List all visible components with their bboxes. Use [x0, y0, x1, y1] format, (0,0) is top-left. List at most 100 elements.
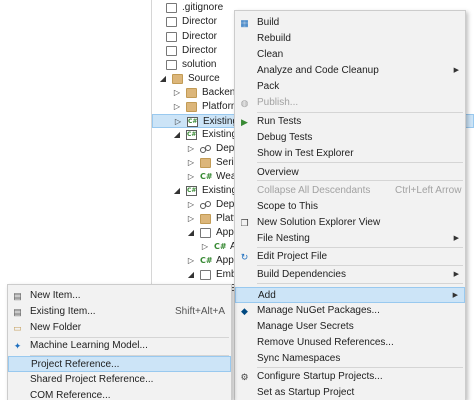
menu-item-manage-nuget-packages[interactable]: ◆ Manage NuGet Packages... — [235, 303, 465, 319]
new-view-icon: ❐ — [240, 218, 249, 228]
menu-item-sync-namespaces[interactable]: Sync Namespaces — [235, 351, 465, 367]
menu-item-analyze-and-code-cleanup[interactable]: Analyze and Code Cleanup ▶ — [235, 63, 465, 79]
collapse-arrow-icon[interactable]: ◢ — [172, 128, 182, 142]
menu-separator — [257, 367, 463, 368]
menu-item-set-as-startup-project[interactable]: Set as Startup Project — [235, 385, 465, 400]
file-icon — [166, 32, 177, 42]
new-item-icon: ▤ — [13, 291, 22, 301]
csharp-project-icon: C# — [186, 186, 197, 196]
menu-item-label: Shared Project Reference... — [30, 374, 154, 385]
folder-icon — [186, 88, 197, 98]
menu-item-label: Edit Project File — [257, 251, 328, 262]
menu-separator — [257, 283, 463, 284]
menu-item-configure-startup-projects[interactable]: ⚙ Configure Startup Projects... — [235, 369, 465, 385]
ml-model-icon: ✦ — [13, 341, 22, 351]
tree-item-label: .gitignore — [182, 2, 224, 13]
collapse-arrow-icon[interactable]: ◢ — [186, 268, 196, 282]
menu-item-new-solution-explorer-view[interactable]: ❐ New Solution Explorer View — [235, 215, 465, 231]
menu-item-machine-learning-model[interactable]: ✦ Machine Learning Model... — [8, 338, 231, 354]
folder-icon — [172, 74, 183, 84]
file-icon — [200, 270, 211, 280]
menu-item-label: Collapse All Descendants — [257, 185, 371, 196]
menu-item-remove-unused-references[interactable]: Remove Unused References... — [235, 335, 465, 351]
menu-item-com-reference[interactable]: COM Reference... — [8, 388, 231, 400]
file-icon — [200, 228, 211, 238]
expand-arrow-icon[interactable]: ▷ — [186, 142, 196, 156]
menu-separator — [257, 112, 463, 113]
menu-item-build[interactable]: ▦ Build — [235, 15, 465, 31]
folder-icon — [200, 158, 211, 168]
submenu-arrow-icon: ▶ — [453, 235, 459, 242]
csharp-project-icon: C# — [187, 117, 198, 127]
menu-item-add[interactable]: Add ▶ — [235, 287, 465, 303]
menu-item-label: Set as Startup Project — [257, 387, 355, 398]
collapse-arrow-icon[interactable]: ◢ — [172, 184, 182, 198]
tree-item-label: Platf — [216, 213, 237, 224]
menu-item-show-in-test-explorer[interactable]: Show in Test Explorer — [235, 146, 465, 162]
new-folder-icon: ▭ — [13, 323, 22, 333]
expand-arrow-icon[interactable]: ▷ — [186, 198, 196, 212]
menu-item-label: Debug Tests — [257, 132, 313, 143]
file-icon — [166, 60, 177, 70]
file-icon — [166, 17, 177, 27]
menu-item-scope-to-this[interactable]: Scope to This — [235, 199, 465, 215]
menu-item-label: Show in Test Explorer — [257, 148, 354, 159]
menu-item-label: New Solution Explorer View — [257, 217, 381, 228]
file-icon — [166, 46, 177, 56]
tree-item-label: Existing — [202, 185, 238, 196]
menu-item-overview[interactable]: Overview — [235, 165, 465, 181]
expand-arrow-icon[interactable]: ▷ — [186, 170, 196, 184]
menu-item-label: Build Dependencies — [257, 269, 346, 280]
menu-item-pack[interactable]: Pack — [235, 79, 465, 95]
menu-item-build-dependencies[interactable]: Build Dependencies ▶ — [235, 267, 465, 283]
expand-arrow-icon[interactable]: ▷ — [186, 212, 196, 226]
existing-item-icon: ▤ — [13, 307, 22, 317]
menu-item-label: Publish... — [257, 97, 299, 108]
expand-arrow-icon[interactable]: ▷ — [173, 115, 183, 127]
collapse-arrow-icon[interactable]: ◢ — [186, 226, 196, 240]
menu-item-label: Remove Unused References... — [257, 337, 394, 348]
menu-separator — [257, 247, 463, 248]
menu-item-label: Project Reference... — [31, 359, 120, 370]
menu-item-label: Machine Learning Model... — [30, 340, 148, 351]
menu-item-label: Add — [258, 290, 276, 301]
expand-arrow-icon[interactable]: ▷ — [200, 240, 210, 254]
menu-item-rebuild[interactable]: Rebuild — [235, 31, 465, 47]
tree-item-label: Director — [182, 45, 218, 56]
tree-item-label: Source — [188, 73, 220, 84]
expand-arrow-icon[interactable]: ▷ — [186, 156, 196, 170]
menu-item-file-nesting[interactable]: File Nesting ▶ — [235, 231, 465, 247]
menu-item-label: Sync Namespaces — [257, 353, 341, 364]
menu-separator — [257, 162, 463, 163]
menu-item-shared-project-reference[interactable]: Shared Project Reference... — [8, 372, 231, 388]
menu-item-label: Build — [257, 17, 280, 28]
submenu-arrow-icon: ▶ — [452, 292, 458, 299]
expand-arrow-icon[interactable]: ▷ — [186, 254, 196, 268]
tree-item-label: Director — [182, 16, 218, 27]
tree-item-label: Platforn — [202, 101, 237, 112]
collapse-arrow-icon[interactable]: ◢ — [158, 72, 168, 86]
menu-item-debug-tests[interactable]: Debug Tests — [235, 130, 465, 146]
menu-item-edit-project-file[interactable]: ↻ Edit Project File — [235, 249, 465, 265]
expand-arrow-icon[interactable]: ▷ — [172, 86, 182, 100]
expand-arrow-icon[interactable]: ▷ — [172, 100, 182, 114]
menu-item-run-tests[interactable]: ▶ Run Tests — [235, 114, 465, 130]
edit-project-icon: ↻ — [240, 252, 249, 262]
build-icon: ▦ — [240, 18, 249, 28]
dependencies-icon — [200, 144, 211, 154]
add-submenu: ▤ New Item... ▤ Existing Item... Shift+Alt+A… — [7, 284, 232, 400]
menu-item-new-folder[interactable]: ▭ New Folder — [8, 320, 231, 336]
folder-icon — [200, 214, 211, 224]
menu-item-existing-item[interactable]: ▤ Existing Item... Shift+Alt+A — [8, 304, 231, 320]
submenu-arrow-icon: ▶ — [453, 271, 459, 278]
menu-item-label: New Folder — [30, 322, 82, 333]
menu-item-label: Manage NuGet Packages... — [257, 305, 380, 316]
menu-item-manage-user-secrets[interactable]: Manage User Secrets — [235, 319, 465, 335]
menu-item-new-item[interactable]: ▤ New Item... — [8, 288, 231, 304]
csharp-project-icon: C# — [186, 130, 197, 140]
menu-item-label: Rebuild — [257, 33, 291, 44]
menu-item-project-reference[interactable]: Project Reference... — [8, 356, 231, 372]
menu-item-label: New Item... — [30, 290, 81, 301]
menu-item-clean[interactable]: Clean — [235, 47, 465, 63]
menu-item-label: Configure Startup Projects... — [257, 371, 383, 382]
